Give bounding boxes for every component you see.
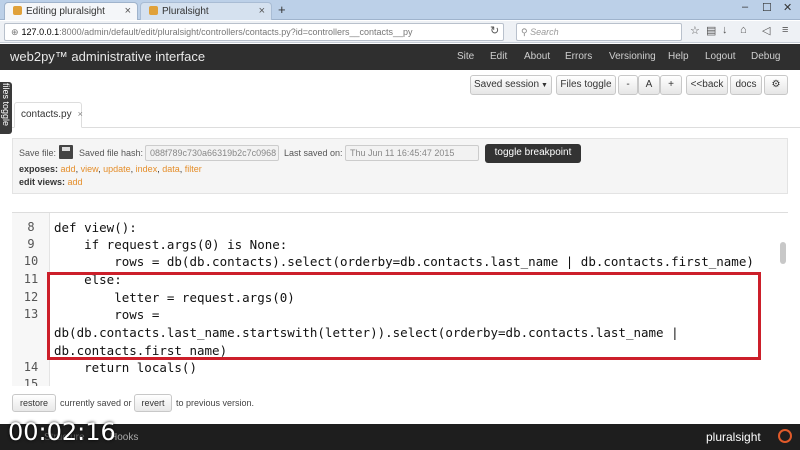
line-number: 10: [23, 254, 39, 268]
expose-index-link[interactable]: index: [136, 164, 158, 174]
url-path: :8000/admin/default/edit/pluralsight/con…: [59, 27, 413, 37]
font-reset-button[interactable]: A: [638, 75, 660, 95]
line-number: 13: [23, 307, 39, 321]
saved-session-button[interactable]: Saved session ▼: [470, 75, 552, 95]
line-number: 11: [23, 272, 39, 286]
settings-gear-icon[interactable]: ⚙: [764, 75, 788, 95]
code-line: return locals(): [54, 360, 197, 375]
expose-view-link[interactable]: view: [81, 164, 99, 174]
nav-logout[interactable]: Logout: [705, 51, 736, 62]
address-bar-row: ⊕ 127.0.0.1:8000/admin/default/edit/plura…: [0, 21, 800, 43]
download-icon[interactable]: ↓: [722, 24, 728, 36]
close-file-icon[interactable]: ×: [78, 109, 83, 119]
caret-down-icon: ▼: [541, 82, 548, 89]
code-line: rows = db(db.contacts).select(orderby=db…: [54, 254, 754, 269]
file-info-panel: Save file: Saved file hash: 088f789c730a…: [12, 138, 788, 194]
file-tab-contacts[interactable]: contacts.py ×: [14, 102, 83, 128]
currently-saved-text: currently saved or: [60, 398, 132, 408]
reload-icon[interactable]: ↻: [490, 24, 499, 37]
share-icon[interactable]: ◁: [762, 24, 770, 37]
browser-tab-pluralsight[interactable]: Pluralsight ×: [140, 2, 272, 20]
previous-version-text: to previous version.: [176, 398, 255, 408]
line-number: 12: [23, 290, 39, 304]
tab-label: Pluralsight: [162, 6, 209, 17]
line-number: 9: [27, 237, 35, 251]
close-window-icon[interactable]: ✕: [783, 1, 792, 14]
url-input[interactable]: ⊕ 127.0.0.1:8000/admin/default/edit/plura…: [4, 23, 504, 41]
revert-button[interactable]: revert: [134, 394, 172, 412]
minimize-icon[interactable]: –: [742, 1, 748, 13]
files-toggle-label: files toggle: [1, 83, 11, 127]
last-saved-field[interactable]: Thu Jun 11 16:45:47 2015: [345, 145, 479, 161]
nav-versioning[interactable]: Versioning: [609, 51, 656, 62]
browser-tab-editing[interactable]: Editing pluralsight ×: [4, 2, 138, 20]
expose-data-link[interactable]: data: [162, 164, 180, 174]
saved-hash-label: Saved file hash:: [79, 148, 144, 158]
exposes-label: exposes:: [19, 164, 59, 174]
maximize-icon[interactable]: ☐: [762, 1, 772, 14]
edit-views-label: edit views:: [19, 177, 66, 187]
favicon-icon: [149, 6, 158, 15]
last-saved-label: Last saved on:: [284, 148, 343, 158]
nav-help[interactable]: Help: [668, 51, 689, 62]
annotation-highlight-box: [47, 272, 761, 360]
close-tab-icon[interactable]: ×: [259, 5, 265, 17]
tab-label: Editing pluralsight: [26, 6, 105, 17]
nav-about[interactable]: About: [524, 51, 550, 62]
nav-site[interactable]: Site: [457, 51, 474, 62]
video-timer: 00:02:16: [8, 418, 116, 446]
line-number: 15: [23, 377, 39, 386]
globe-icon: ⊕: [11, 27, 19, 37]
expose-add-link[interactable]: add: [61, 164, 76, 174]
nav-debug[interactable]: Debug: [751, 51, 780, 62]
nav-errors[interactable]: Errors: [565, 51, 592, 62]
file-tab-label: contacts.py: [21, 109, 72, 120]
edit-view-add-link[interactable]: add: [68, 177, 83, 187]
pluralsight-logo-icon: [778, 429, 792, 443]
search-input[interactable]: ⚲ Search: [516, 23, 682, 41]
code-line: def view():: [54, 220, 137, 235]
expose-update-link[interactable]: update: [103, 164, 131, 174]
app-navbar: web2py™ administrative interface Site Ed…: [0, 44, 800, 70]
close-tab-icon[interactable]: ×: [125, 5, 131, 17]
editor-scrollbar[interactable]: [780, 242, 786, 264]
back-button[interactable]: <<back: [686, 75, 728, 95]
nav-edit[interactable]: Edit: [490, 51, 507, 62]
line-number: 14: [23, 360, 39, 374]
browser-tab-bar: Editing pluralsight × Pluralsight × + – …: [0, 0, 800, 20]
expose-filter-link[interactable]: filter: [185, 164, 202, 174]
favicon-icon: [13, 6, 22, 15]
files-toggle-button[interactable]: Files toggle: [556, 75, 616, 95]
new-tab-button[interactable]: +: [278, 2, 286, 17]
edit-views-row: edit views: add: [19, 177, 83, 187]
menu-icon[interactable]: ≡: [782, 24, 788, 36]
app-brand[interactable]: web2py™ administrative interface: [10, 49, 205, 64]
star-icon[interactable]: ☆: [690, 24, 700, 37]
files-toggle-side-tab[interactable]: files toggle: [0, 82, 12, 134]
font-decrease-button[interactable]: -: [618, 75, 638, 95]
editor-tab-strip: contacts.py ×: [12, 100, 800, 128]
docs-button[interactable]: docs: [730, 75, 762, 95]
reading-icon[interactable]: ▤: [706, 24, 716, 37]
line-number: 8: [27, 220, 35, 234]
home-icon[interactable]: ⌂: [740, 24, 747, 36]
toggle-breakpoint-button[interactable]: toggle breakpoint: [485, 144, 581, 163]
line-number-gutter: 8 9 10 11 12 13 14 15: [12, 213, 50, 386]
search-icon: ⚲: [521, 27, 531, 37]
footer-bar: Structure Hooks: [0, 424, 800, 450]
restore-button[interactable]: restore: [12, 394, 56, 412]
saved-hash-field[interactable]: 088f789c730a66319b2c7c0968: [145, 145, 279, 161]
code-line: if request.args(0) is None:: [54, 237, 288, 252]
url-host: 127.0.0.1: [21, 27, 60, 37]
font-increase-button[interactable]: +: [660, 75, 682, 95]
save-file-label: Save file:: [19, 148, 57, 158]
save-disk-icon[interactable]: [59, 145, 73, 159]
pluralsight-logo: pluralsight: [706, 430, 761, 444]
exposes-row: exposes: add, view, update, index, data,…: [19, 164, 202, 174]
